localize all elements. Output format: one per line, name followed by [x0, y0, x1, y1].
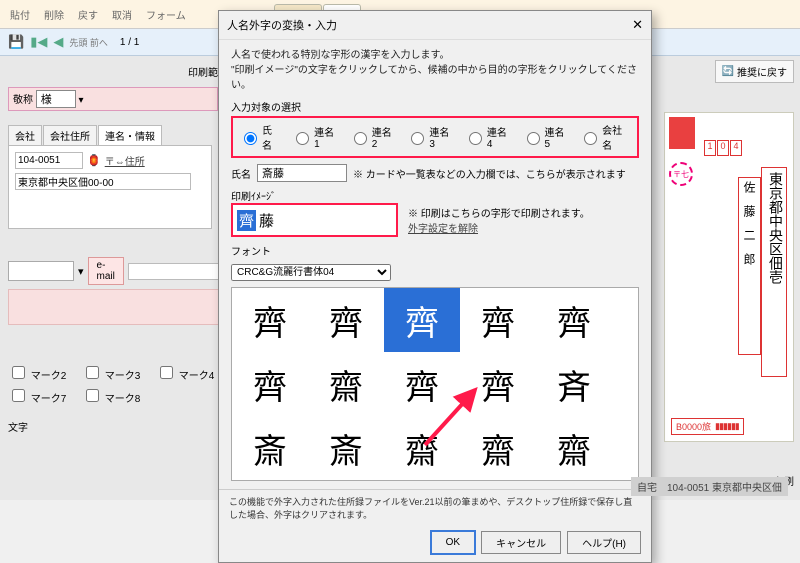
print-image-box[interactable]: 齊 藤	[231, 203, 398, 237]
glyph-cell[interactable]: 齋	[384, 416, 460, 480]
statusbar: 自宅 104-0051 東京都中央区佃	[631, 477, 788, 496]
radio-連名5[interactable]: 連名5	[522, 124, 570, 150]
glyph-cell[interactable]: 齊	[460, 352, 536, 416]
paste-button[interactable]: 貼付	[4, 4, 36, 25]
glyph-cell[interactable]: 齊	[536, 288, 612, 352]
mark3-check[interactable]: マーク3	[82, 363, 152, 382]
honorific-input[interactable]	[36, 90, 76, 108]
undo-button[interactable]: 戻す	[72, 4, 104, 25]
close-icon[interactable]: ✕	[632, 17, 643, 33]
font-select[interactable]: CRC&G流麗行書体04	[231, 264, 391, 281]
font-label: フォント	[231, 243, 271, 258]
redo-button[interactable]: 取消	[106, 4, 138, 25]
print-range-label: 印刷範	[8, 64, 218, 79]
glyph-cell[interactable]: 齋	[308, 352, 384, 416]
ok-button[interactable]: OK	[431, 531, 475, 554]
address-input[interactable]	[15, 173, 191, 190]
glyph-cell[interactable]: 斎	[308, 416, 384, 480]
glyph-cell[interactable]: 齊	[232, 352, 308, 416]
env-barcode: B0000旅▮▮▮▮▮▮	[671, 418, 744, 435]
gaiji-dialog: 人名外字の変換・入力 ✕ 人名で使われる特別な字形の漢字を入力します。 "印刷イ…	[218, 10, 652, 563]
radio-会社名[interactable]: 会社名	[579, 122, 631, 152]
postal-link[interactable]: 〒⇔住所	[105, 153, 145, 168]
postmark-icon: 〒七	[669, 162, 693, 186]
release-link[interactable]: 外字設定を解除	[408, 224, 478, 235]
radio-連名4[interactable]: 連名4	[464, 124, 512, 150]
prev-icon[interactable]: ◀	[53, 34, 63, 50]
subtab-coaddr[interactable]: 会社住所	[43, 125, 97, 145]
delete-button[interactable]: 削除	[38, 4, 70, 25]
radio-連名1[interactable]: 連名1	[291, 124, 339, 150]
first-icon[interactable]: ▮◀	[30, 34, 47, 50]
instr-1: 人名で使われる特別な字形の漢字を入力します。	[231, 48, 639, 63]
subtab-company[interactable]: 会社	[8, 125, 42, 145]
bottom-label: 文字	[8, 419, 218, 434]
target-label: 入力対象の選択	[231, 99, 639, 114]
email-button[interactable]: e-mail	[88, 257, 124, 285]
glyph-cell[interactable]: 齊	[384, 288, 460, 352]
postal-input[interactable]	[15, 152, 83, 169]
save-icon[interactable]: 💾	[8, 34, 24, 50]
radio-氏名[interactable]: 氏名	[239, 122, 281, 152]
env-name: 佐 藤 二 郎	[738, 177, 761, 355]
glyph-cell[interactable]: 斎	[232, 416, 308, 480]
stamp-icon	[669, 117, 695, 149]
subtab-link[interactable]: 連名・情報	[98, 125, 162, 145]
dialog-footer-note: この機能で外字入力された住所録ファイルをVer.21以前の筆まめや、デスクトップ…	[219, 489, 651, 527]
glyph-cell[interactable]: 斉	[536, 352, 612, 416]
glyph-cell[interactable]: 齊	[308, 288, 384, 352]
print-selected-char[interactable]: 齊	[237, 210, 256, 231]
mark7-check[interactable]: マーク7	[8, 386, 78, 405]
envelope-preview: 104 〒七 東京都中央区佃壱 佐 藤 二 郎 B0000旅▮▮▮▮▮▮	[664, 112, 794, 442]
print-rest-char[interactable]: 藤	[259, 210, 274, 231]
name-input[interactable]	[257, 164, 347, 182]
name-note: ※ カードや一覧表などの入力欄では、こちらが表示されます	[353, 166, 639, 181]
glyph-cell[interactable]: 齊	[232, 288, 308, 352]
glyph-cell[interactable]: 齊	[384, 352, 460, 416]
print-label: 印刷ｲﾒｰｼﾞ	[231, 188, 639, 203]
email-value[interactable]	[8, 261, 74, 281]
mark8-check[interactable]: マーク8	[82, 386, 152, 405]
mark4-check[interactable]: マーク4	[156, 363, 226, 382]
cancel-button[interactable]: キャンセル	[481, 531, 561, 554]
postal-boxes: 104	[704, 140, 742, 156]
print-note: ※ 印刷はこちらの字形で印刷されます。	[408, 205, 590, 220]
form-button[interactable]: フォーム	[140, 4, 192, 25]
env-address: 東京都中央区佃壱	[761, 167, 787, 377]
glyph-cell[interactable]: 齋	[460, 416, 536, 480]
nav-label: 先頭 前へ	[69, 36, 108, 49]
name-label: 氏名	[231, 166, 251, 181]
mark2-check[interactable]: マーク2	[8, 363, 78, 382]
glyph-cell[interactable]: 齊	[460, 288, 536, 352]
honorific-label: 敬称	[13, 95, 33, 106]
instr-2: "印刷イメージ"の文字をクリックしてから、候補の中から目的の字形をクリックしてく…	[231, 63, 639, 93]
radio-連名3[interactable]: 連名3	[406, 124, 454, 150]
dialog-title: 人名外字の変換・入力	[227, 17, 337, 33]
glyph-cell[interactable]: 齋	[536, 416, 612, 480]
radio-highlight: 氏名 連名1 連名2 連名3 連名4 連名5 会社名	[231, 116, 639, 158]
page-indicator: 1 / 1	[120, 37, 139, 48]
help-button[interactable]: ヘルプ(H)	[567, 531, 641, 554]
glyph-grid: 齊齊齊齊齊齊齋齊齊斉斎斎齋齋齋	[231, 287, 639, 481]
radio-連名2[interactable]: 連名2	[349, 124, 397, 150]
postal-icon: 🏮	[87, 154, 101, 167]
